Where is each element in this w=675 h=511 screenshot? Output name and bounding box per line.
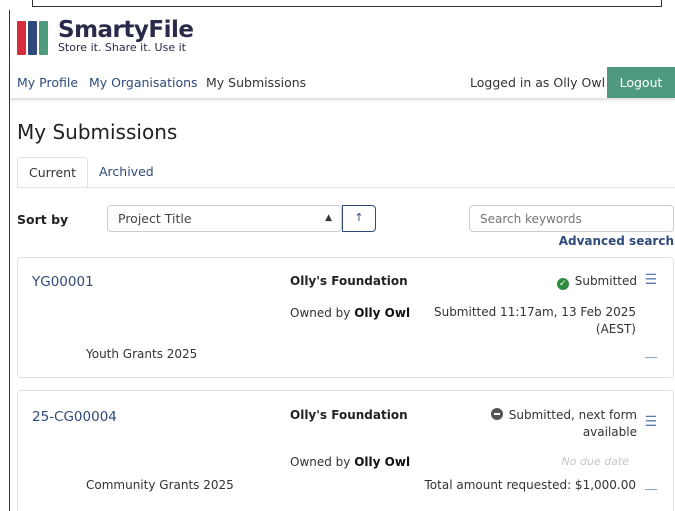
total-amount-requested: Total amount requested: $1,000.00 xyxy=(424,478,637,492)
nav-my-profile[interactable]: My Profile xyxy=(17,75,78,90)
brand-name: SmartyFile xyxy=(58,17,194,43)
submission-round: Community Grants 2025 xyxy=(86,478,234,492)
submitted-line-2: (AEST) xyxy=(595,322,636,336)
submission-status-text-line-2: available xyxy=(582,425,637,439)
select-caret-icon: ▲︎ xyxy=(325,213,332,223)
submission-owner: Owned by Olly Owl xyxy=(290,306,410,320)
outer-frame-top xyxy=(32,0,662,7)
page-title: My Submissions xyxy=(17,120,178,144)
submission-card: YG00001 Olly's Foundation ✓ Submitted ☰ O… xyxy=(17,257,674,378)
top-navbar: My Profile My Organisations My Submissio… xyxy=(10,67,675,98)
logout-button[interactable]: Logout xyxy=(607,67,675,98)
chevron-down-icon[interactable]: ﹏ xyxy=(645,476,657,493)
sort-select[interactable]: Project Title ▲︎ xyxy=(107,205,342,232)
search-input[interactable] xyxy=(469,205,674,232)
submission-status: ✓ Submitted xyxy=(556,274,637,290)
submission-status: Submitted, next form available xyxy=(490,407,637,441)
submission-organisation: Olly's Foundation xyxy=(290,408,408,422)
submitted-timestamp: Submitted 11:17am, 13 Feb 2025 (AEST) xyxy=(434,304,636,338)
check-circle-icon: ✓ xyxy=(556,278,569,290)
minus-circle-icon xyxy=(490,408,503,420)
chevron-down-icon[interactable]: ﹏ xyxy=(645,344,657,361)
submission-round: Youth Grants 2025 xyxy=(86,347,198,361)
submission-status-text: Submitted, next form xyxy=(508,408,637,422)
logged-in-text: Logged in as Olly Owl xyxy=(470,75,606,90)
brand-tagline: Store it. Share it. Use it xyxy=(58,41,186,54)
submission-id-link[interactable]: 25-CG00004 xyxy=(32,409,117,425)
tab-current[interactable]: Current xyxy=(17,157,88,189)
hamburger-menu-icon[interactable]: ☰ xyxy=(644,272,657,288)
tab-archived[interactable]: Archived xyxy=(99,157,154,187)
owner-prefix: Owned by xyxy=(290,455,351,469)
submission-status-text: Submitted xyxy=(574,274,637,288)
submission-card: 25-CG00004 Olly's Foundation Submitted, … xyxy=(17,390,674,511)
sort-direction-button[interactable]: ↑ xyxy=(342,205,376,232)
advanced-search-link[interactable]: Advanced search xyxy=(559,234,674,248)
arrow-up-icon: ↑ xyxy=(354,211,364,224)
sort-select-value: Project Title xyxy=(118,211,192,226)
nav-my-organisations[interactable]: My Organisations xyxy=(89,75,198,90)
owner-name: Olly Owl xyxy=(354,455,411,469)
nav-my-submissions[interactable]: My Submissions xyxy=(206,75,306,90)
logo-bars-icon xyxy=(17,21,49,55)
sort-by-label: Sort by xyxy=(17,212,69,227)
hamburger-menu-icon[interactable]: ☰ xyxy=(644,414,657,430)
owner-prefix: Owned by xyxy=(290,306,351,320)
tabs-divider xyxy=(17,187,675,188)
owner-name: Olly Owl xyxy=(354,306,411,320)
submission-id-link[interactable]: YG00001 xyxy=(32,274,94,290)
submission-organisation: Olly's Foundation xyxy=(290,274,408,288)
submission-owner: Owned by Olly Owl xyxy=(290,455,410,469)
submitted-line-1: Submitted 11:17am, 13 Feb 2025 xyxy=(433,305,636,319)
due-date: No due date xyxy=(561,455,629,468)
